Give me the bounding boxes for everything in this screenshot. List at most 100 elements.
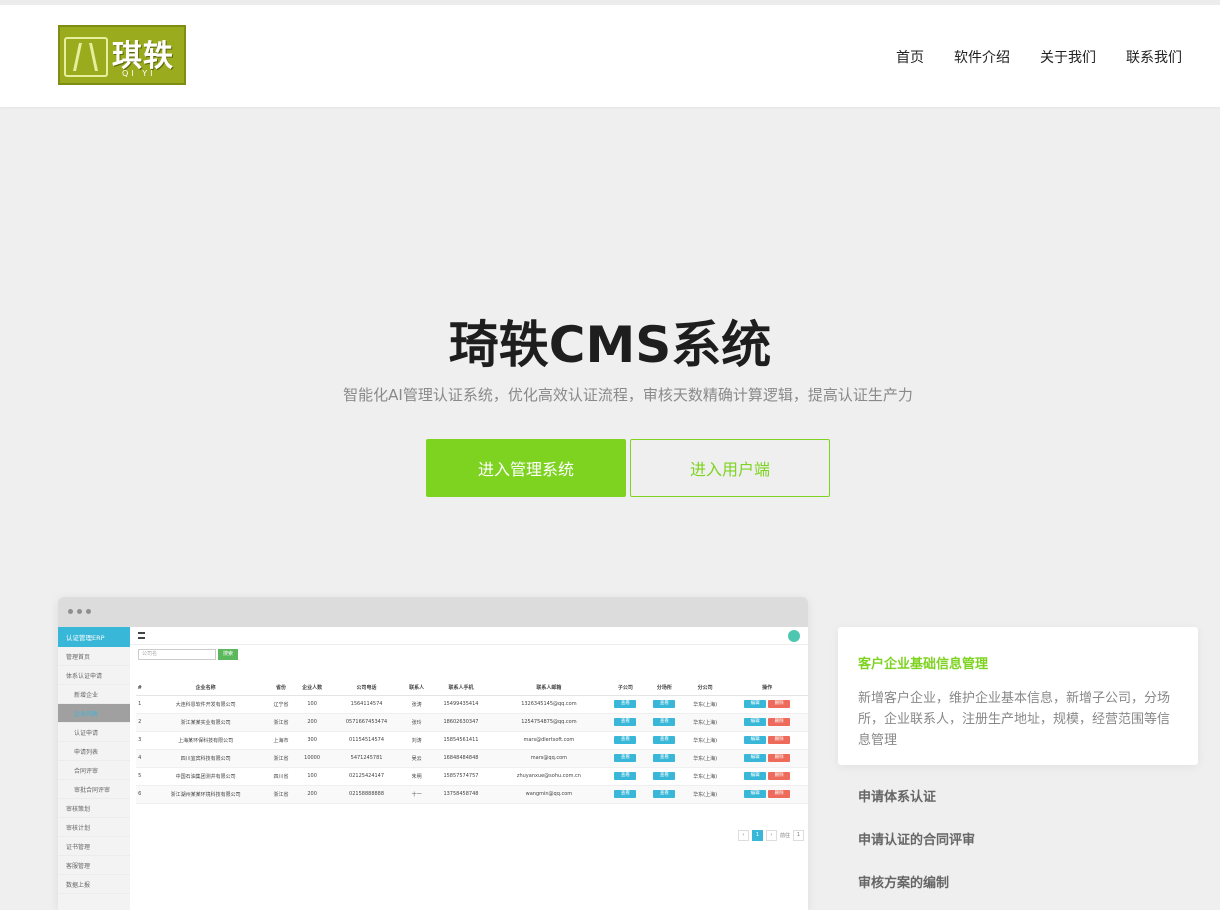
- table-cell: 浙江省: [267, 785, 295, 804]
- mock-sidebar-item: 新增企业: [58, 685, 130, 704]
- app-screenshot-mock: 认证管理ERP 管理首页 体系认证申请 新增企业 企业列表 认证申请 申请列表 …: [58, 597, 808, 910]
- table-cell: 辽宁省: [267, 695, 295, 714]
- feature-item[interactable]: 申请认证的合同评审: [858, 829, 975, 848]
- table-cell: 0571667453474: [329, 713, 404, 732]
- table-cell: 15854561411: [429, 731, 492, 750]
- window-dot-icon: [68, 609, 73, 614]
- table-cell: 1326345145@qq.com: [492, 695, 606, 714]
- table-cell: 200: [294, 713, 330, 732]
- table-row: 1 大连科恩软件开发有限公司 辽宁省 100 1564114574 张涛 154994354…: [136, 695, 808, 714]
- table-cell: 查看: [644, 713, 684, 732]
- table-cell: 18602630347: [429, 713, 492, 732]
- site-header: 琪轶 QI YI 首页 软件介绍 关于我们 联系我们: [0, 5, 1220, 107]
- table-cell: 编辑 删除: [726, 713, 808, 732]
- mock-sidebar-item: 审核策划: [58, 799, 130, 818]
- next-icon: ›: [765, 830, 777, 841]
- table-cell: 华东(上海): [683, 767, 727, 786]
- table-cell: 编辑 删除: [726, 767, 808, 786]
- view-button: 查看: [614, 772, 637, 780]
- logo[interactable]: 琪轶 QI YI: [58, 25, 186, 85]
- delete-button: 删除: [768, 700, 791, 708]
- mock-sidebar-item-active: 企业列表: [58, 704, 130, 723]
- table-cell: 2: [136, 713, 144, 732]
- pager-current: 1: [751, 830, 763, 841]
- mock-sidebar-item: 客服管理: [58, 856, 130, 875]
- table-header-cell: 公司电话: [329, 681, 404, 696]
- table-cell: 查看: [605, 749, 645, 768]
- table-cell: 01154514574: [329, 731, 404, 750]
- table-row: 6 浙江湖州某某环境科技有限公司 浙江省 200 02158888888 十一 137584…: [136, 785, 808, 804]
- hero-subtitle: 智能化AI管理认证系统，优化高效认证流程，审核天数精确计算逻辑，提高认证生产力: [343, 386, 913, 404]
- view-button: 查看: [653, 700, 676, 708]
- delete-button: 删除: [768, 790, 791, 798]
- table-cell: 浙江省: [267, 749, 295, 768]
- mock-sidebar-item: 管理首页: [58, 647, 130, 666]
- pager-goto-input: 1: [793, 830, 804, 841]
- feature-description: 新增客户企业，维护企业基本信息，新增子公司，分场所，企业联系人，注册生产地址，规…: [858, 691, 1171, 748]
- table-cell: 查看: [644, 749, 684, 768]
- nav-software[interactable]: 软件介绍: [954, 47, 1010, 67]
- table-cell: 100: [294, 767, 330, 786]
- table-cell: zhuyanxue@sohu.com.cn: [492, 767, 606, 786]
- view-button: 查看: [653, 718, 676, 726]
- table-header-cell: 企业名称: [143, 681, 268, 696]
- delete-button: 删除: [768, 718, 791, 726]
- table-cell: 十一: [403, 785, 430, 804]
- table-cell: 查看: [644, 767, 684, 786]
- table-cell: 华东(上海): [683, 749, 727, 768]
- table-cell: 16848484848: [429, 749, 492, 768]
- table-cell: 查看: [605, 767, 645, 786]
- hero-title: 琦轶CMS系统: [448, 316, 772, 374]
- enter-admin-button[interactable]: 进入管理系统: [426, 439, 626, 497]
- edit-button: 编辑: [744, 718, 767, 726]
- table-cell: 10000: [294, 749, 330, 768]
- table-cell: 朱明: [403, 767, 430, 786]
- table-cell: 查看: [605, 785, 645, 804]
- table-cell: 刘涛: [403, 731, 430, 750]
- table-header-cell: 省份: [267, 681, 295, 696]
- table-cell: 6: [136, 785, 144, 804]
- nav-about[interactable]: 关于我们: [1040, 47, 1096, 67]
- table-cell: 四川宜宾科技有限公司: [143, 749, 268, 768]
- prev-icon: ‹: [737, 830, 749, 841]
- table-cell: 浙江某某实业有限公司: [143, 713, 268, 732]
- table-cell: 1254754875@qq.com: [492, 713, 606, 732]
- mock-sidebar-item: 体系认证申请: [58, 666, 130, 685]
- avatar: [788, 630, 800, 642]
- table-cell: 查看: [644, 785, 684, 804]
- table-row: 5 中国石油集团测井有限公司 四川省 100 02125424147 朱明 15857574…: [136, 767, 808, 786]
- feature-title: 客户企业基础信息管理: [858, 657, 989, 672]
- table-cell: 4: [136, 749, 144, 768]
- nav-home[interactable]: 首页: [896, 47, 924, 67]
- edit-button: 编辑: [744, 772, 767, 780]
- table-cell: 华东(上海): [683, 731, 727, 750]
- mock-pager: ‹ 1 › 前往 1: [737, 830, 804, 841]
- feature-item[interactable]: 审核方案的编制: [858, 872, 949, 891]
- nav-contact[interactable]: 联系我们: [1126, 47, 1182, 67]
- table-cell: 华东(上海): [683, 713, 727, 732]
- table-cell: 华东(上海): [683, 785, 727, 804]
- feature-card-active[interactable]: 客户企业基础信息管理 新增客户企业，维护企业基本信息，新增子公司，分场所，企业联…: [838, 627, 1198, 765]
- feature-item[interactable]: 申请体系认证: [858, 786, 936, 805]
- table-cell: 上海某环保科技有限公司: [143, 731, 268, 750]
- mock-sidebar-item: 证书管理: [58, 837, 130, 856]
- table-cell: 上海市: [267, 731, 295, 750]
- mock-sidebar-item: 申请列表: [58, 742, 130, 761]
- edit-button: 编辑: [744, 790, 767, 798]
- table-cell: 02125424147: [329, 767, 404, 786]
- window-dot-icon: [77, 609, 82, 614]
- table-cell: 编辑 删除: [726, 731, 808, 750]
- table-header-cell: 企业人数: [294, 681, 330, 696]
- table-cell: 大连科恩软件开发有限公司: [143, 695, 268, 714]
- main-nav: 首页 软件介绍 关于我们 联系我们: [896, 47, 1182, 67]
- table-cell: 300: [294, 731, 330, 750]
- table-cell: 中国石油集团测井有限公司: [143, 767, 268, 786]
- mock-sidebar-item: 数据上报: [58, 875, 130, 894]
- table-header-cell: 子公司: [605, 681, 645, 696]
- table-cell: 华东(上海): [683, 695, 727, 714]
- enter-user-button[interactable]: 进入用户端: [630, 439, 830, 497]
- table-cell: 张涛: [403, 695, 430, 714]
- table-cell: 查看: [644, 695, 684, 714]
- mock-main: 公司名 搜索 # 企业名称 省份 企业人数 公司电话 联系人 联系人手机 联系人邮箱 子公司 分场…: [130, 627, 808, 910]
- mock-sidebar-item: 认证申请: [58, 723, 130, 742]
